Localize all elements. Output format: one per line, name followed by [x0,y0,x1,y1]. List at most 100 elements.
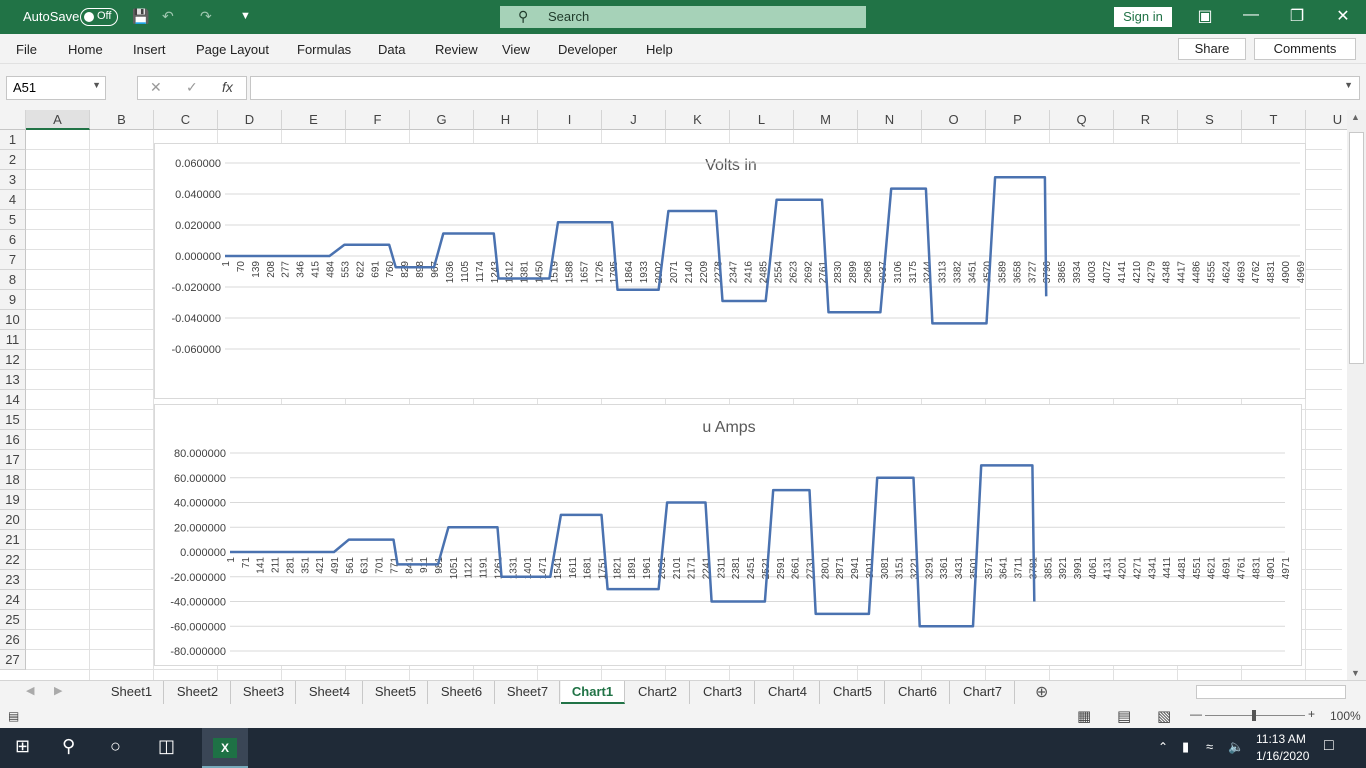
sheet-tab-chart6[interactable]: Chart6 [886,681,950,704]
expand-formula-icon[interactable]: ▼ [1344,80,1353,90]
row-header[interactable]: 25 [0,610,26,630]
column-header[interactable]: Q [1050,110,1114,130]
column-header[interactable]: J [602,110,666,130]
sheet-tab-chart2[interactable]: Chart2 [626,681,690,704]
column-header[interactable]: L [730,110,794,130]
sheet-tab-chart5[interactable]: Chart5 [821,681,885,704]
tab-data[interactable]: Data [378,42,405,57]
scroll-up-icon[interactable]: ▲ [1351,112,1360,122]
page-break-view-icon[interactable]: ▧ [1157,707,1171,725]
row-header[interactable]: 19 [0,490,26,510]
tab-formulas[interactable]: Formulas [297,42,351,57]
row-header[interactable]: 18 [0,470,26,490]
column-header[interactable]: C [154,110,218,130]
zoom-out-icon[interactable]: — [1190,707,1202,721]
column-header[interactable]: T [1242,110,1306,130]
enter-icon[interactable]: ✓ [186,79,198,96]
redo-icon[interactable]: ↷ [200,8,212,25]
sheet-tab-sheet7[interactable]: Sheet7 [496,681,560,704]
sheet-tab-sheet6[interactable]: Sheet6 [429,681,495,704]
ribbon-display-icon[interactable]: ▣ [1182,6,1228,26]
add-sheet-icon[interactable]: ⊕ [1035,682,1048,702]
show-hidden-icons-icon[interactable]: ⌃ [1158,740,1168,754]
column-header[interactable]: R [1114,110,1178,130]
row-header[interactable]: 10 [0,310,26,330]
insert-function-icon[interactable]: fx [222,79,233,95]
row-header[interactable]: 8 [0,270,26,290]
zoom-level[interactable]: 100% [1330,709,1361,723]
zoom-in-icon[interactable]: + [1308,707,1315,721]
row-header[interactable]: 1 [0,130,26,150]
battery-icon[interactable]: ▮ [1182,739,1189,755]
chart-u-amps[interactable]: u Amps 80.000000 60.000000 40.000000 20.0000… [154,404,1302,666]
row-header[interactable]: 2 [0,150,26,170]
tab-page-layout[interactable]: Page Layout [196,42,269,57]
formula-input[interactable]: ▼ [250,76,1360,100]
search-box[interactable]: ⚲ Search [500,6,866,28]
row-header[interactable]: 4 [0,190,26,210]
row-header[interactable]: 13 [0,370,26,390]
sheet-tab-sheet4[interactable]: Sheet4 [297,681,363,704]
scroll-thumb[interactable] [1349,132,1364,364]
taskbar-search-icon[interactable]: ⚲ [62,736,75,757]
restore-icon[interactable]: ❐ [1274,6,1320,26]
next-sheet-icon[interactable]: ▶ [54,684,62,697]
save-icon[interactable]: 💾 [132,8,149,25]
row-header[interactable]: 21 [0,530,26,550]
column-header[interactable]: G [410,110,474,130]
column-header[interactable]: F [346,110,410,130]
sheet-tab-chart3[interactable]: Chart3 [691,681,755,704]
notification-icon[interactable]: □ [1324,737,1334,755]
wifi-icon[interactable]: ≈ [1206,739,1213,754]
row-header[interactable]: 3 [0,170,26,190]
column-header[interactable]: K [666,110,730,130]
share-button[interactable]: Share [1178,38,1246,60]
clock-time[interactable]: 11:13 AM [1256,732,1306,746]
zoom-slider-thumb[interactable] [1252,710,1256,721]
tab-home[interactable]: Home [68,42,103,57]
chevron-down-icon[interactable]: ▼ [92,80,101,90]
row-header[interactable]: 12 [0,350,26,370]
row-header[interactable]: 22 [0,550,26,570]
row-header[interactable]: 20 [0,510,26,530]
row-header[interactable]: 14 [0,390,26,410]
column-header[interactable]: A [26,110,90,130]
vertical-scrollbar[interactable]: ▲ ▼ [1347,110,1366,680]
column-header[interactable]: N [858,110,922,130]
column-header[interactable]: H [474,110,538,130]
macro-record-icon[interactable]: ▤ [8,709,19,723]
row-header[interactable]: 27 [0,650,26,670]
tab-developer[interactable]: Developer [558,42,617,57]
name-box[interactable]: A51 ▼ [6,76,106,100]
column-header[interactable]: D [218,110,282,130]
page-layout-view-icon[interactable]: ▤ [1117,707,1131,725]
sign-in-button[interactable]: Sign in [1114,7,1172,27]
column-header[interactable]: E [282,110,346,130]
sheet-tab-chart7[interactable]: Chart7 [951,681,1015,704]
cancel-icon[interactable]: ✕ [150,79,162,96]
tab-insert[interactable]: Insert [133,42,166,57]
undo-icon[interactable]: ↶ [162,8,174,25]
tab-view[interactable]: View [502,42,530,57]
column-header[interactable]: S [1178,110,1242,130]
column-header[interactable]: B [90,110,154,130]
scroll-down-icon[interactable]: ▼ [1351,668,1360,678]
tab-help[interactable]: Help [646,42,673,57]
customize-qat-icon[interactable]: ▼ [240,10,251,22]
task-view-icon[interactable]: ◫ [158,736,175,757]
sheet-tab-chart4[interactable]: Chart4 [756,681,820,704]
column-header[interactable]: M [794,110,858,130]
comments-button[interactable]: Comments [1254,38,1356,60]
sheet-tab-sheet3[interactable]: Sheet3 [232,681,296,704]
row-header[interactable]: 9 [0,290,26,310]
autosave-toggle[interactable]: Off [80,8,118,26]
cortana-icon[interactable]: ○ [110,736,121,757]
prev-sheet-icon[interactable]: ◀ [26,684,34,697]
sheet-tab-sheet1[interactable]: Sheet1 [100,681,164,704]
row-header[interactable]: 7 [0,250,26,270]
horizontal-scrollbar[interactable] [1196,685,1346,699]
tab-review[interactable]: Review [435,42,478,57]
column-header[interactable]: P [986,110,1050,130]
normal-view-icon[interactable]: ▦ [1077,707,1091,725]
column-header[interactable]: I [538,110,602,130]
